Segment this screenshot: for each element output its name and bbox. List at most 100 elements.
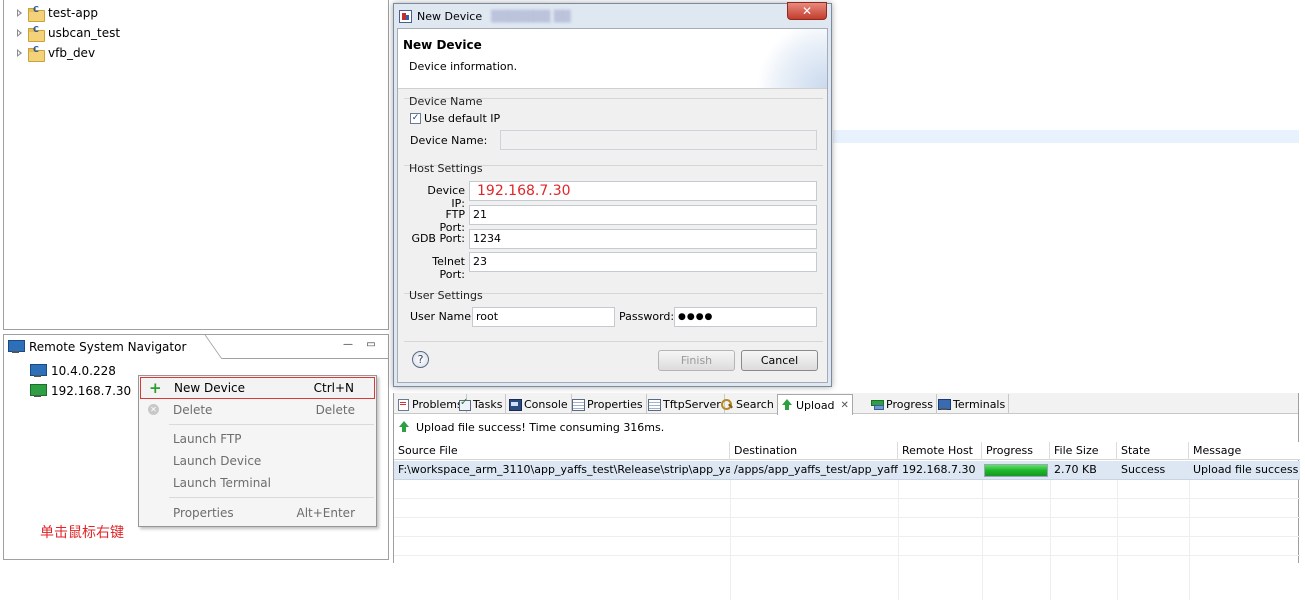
user-name-field[interactable]: root	[472, 307, 615, 327]
tab-remote-system-navigator[interactable]: Remote System Navigator	[4, 335, 204, 359]
ftp-port-label: FTP Port:	[439, 208, 465, 234]
use-default-ip-checkbox[interactable]: ✓	[410, 113, 421, 124]
tab-label: Tasks	[473, 397, 503, 411]
tasks-icon	[458, 397, 471, 411]
cancel-button[interactable]: Cancel	[741, 350, 818, 371]
annotation-note: 单击鼠标右键	[40, 525, 124, 541]
empty-table-row	[394, 499, 1300, 518]
tab-label: Properties	[587, 397, 643, 411]
help-icon[interactable]: ?	[412, 351, 429, 368]
minimize-view-button[interactable]: —	[342, 340, 354, 352]
tab-label: TftpServer	[663, 397, 721, 411]
gdb-port-field[interactable]: 1234	[469, 229, 817, 249]
password-field[interactable]: ●●●●	[674, 307, 817, 327]
menu-item-label: Delete	[173, 403, 213, 417]
table-row[interactable]: F:\workspace_arm_3110\app_yaffs_test\Rel…	[394, 461, 1300, 480]
connected-device-icon	[30, 384, 47, 398]
new-device-dialog: New Device ▒▒▒▒▒▒▒ ▒▒ ✕ New Device Devic…	[393, 2, 832, 387]
cell-progress-bar	[984, 464, 1048, 477]
cell-source-file: F:\workspace_arm_3110\app_yaffs_test\Rel…	[398, 463, 730, 476]
banner-title: New Device	[403, 38, 482, 52]
dialog-banner: New Device Device information.	[398, 29, 827, 89]
dialog-titlebar[interactable]: New Device ▒▒▒▒▒▒▒ ▒▒ ✕	[394, 2, 831, 28]
cell-remote-host: 192.168.7.30	[902, 463, 976, 476]
column-header-progress[interactable]: Progress	[982, 442, 1050, 460]
close-tab-icon[interactable]: ✕	[841, 400, 849, 411]
cell-file-size: 2.70 KB	[1054, 463, 1097, 476]
plus-icon: +	[149, 379, 162, 397]
expand-twisty-icon[interactable]	[16, 29, 24, 37]
column-divider	[1189, 480, 1190, 600]
device-monitor-icon	[30, 364, 47, 378]
tab-upload[interactable]: Upload ✕	[777, 394, 853, 415]
tab-tftpserver[interactable]: TftpServer	[645, 394, 725, 414]
project-explorer-panel: C test-app C usbcan_test C vfb_dev	[3, 0, 389, 330]
group-title-host-settings: Host Settings	[409, 162, 483, 175]
finish-button[interactable]: Finish	[658, 350, 735, 371]
device-name-field[interactable]	[500, 130, 817, 150]
empty-table-row	[394, 537, 1300, 556]
blurred-title-suffix: ▒▒▒▒▒▒▒ ▒▒	[491, 9, 571, 23]
button-bar-separator	[404, 341, 823, 342]
device-ip-label: Device IP:	[427, 184, 465, 210]
tree-item-vfb-dev[interactable]: C vfb_dev	[16, 44, 95, 62]
menu-item-properties[interactable]: Properties Alt+Enter	[140, 502, 375, 524]
menu-item-new-device[interactable]: + New Device Ctrl+N	[140, 377, 375, 399]
device-node-10-4-0-228[interactable]: 10.4.0.228	[30, 362, 116, 380]
column-header-message[interactable]: Message	[1189, 442, 1300, 460]
ftp-port-field[interactable]: 21	[469, 205, 817, 225]
tab-label: Upload	[796, 398, 835, 412]
project-folder-icon: C	[28, 5, 45, 22]
device-node-192-168-7-30[interactable]: 192.168.7.30	[30, 382, 131, 400]
column-divider	[982, 480, 983, 600]
tftpserver-icon	[648, 398, 661, 411]
tab-progress[interactable]: Progress	[868, 394, 937, 414]
project-folder-icon: C	[28, 45, 45, 62]
tree-item-test-app[interactable]: C test-app	[16, 4, 98, 22]
menu-item-launch-device[interactable]: Launch Device	[140, 450, 375, 472]
column-header-destination[interactable]: Destination	[730, 442, 898, 460]
expand-twisty-icon[interactable]	[16, 9, 24, 17]
telnet-port-field[interactable]: 23	[469, 252, 817, 272]
column-header-source-file[interactable]: Source File	[394, 442, 730, 460]
terminals-icon	[938, 398, 951, 410]
monitor-icon	[8, 340, 25, 354]
gdb-port-label: GDB Port:	[411, 232, 465, 245]
tab-search[interactable]: Search	[718, 394, 778, 414]
navigator-tabbar: Remote System Navigator — ▭	[4, 335, 388, 359]
cell-state: Success	[1121, 463, 1166, 476]
tab-label: Progress	[886, 397, 933, 411]
tab-console[interactable]: Console	[506, 394, 572, 414]
tree-item-label: usbcan_test	[48, 26, 121, 40]
menu-item-launch-ftp[interactable]: Launch FTP	[140, 428, 375, 450]
properties-icon	[572, 398, 585, 411]
empty-table-row	[394, 518, 1300, 537]
column-divider	[1117, 480, 1118, 600]
tree-item-usbcan-test[interactable]: C usbcan_test	[16, 24, 120, 42]
device-ip-field[interactable]: 192.168.7.30	[469, 181, 817, 201]
problems-icon	[397, 398, 409, 411]
column-divider	[1050, 480, 1051, 600]
tab-tasks[interactable]: Tasks	[455, 394, 507, 414]
column-header-file-size[interactable]: File Size	[1050, 442, 1117, 460]
column-header-state[interactable]: State	[1117, 442, 1189, 460]
tab-terminals[interactable]: Terminals	[935, 394, 1010, 414]
tab-label: Terminals	[953, 397, 1006, 411]
maximize-view-button[interactable]: ▭	[365, 340, 377, 352]
column-header-remote-host[interactable]: Remote Host	[898, 442, 982, 460]
dialog-body: New Device Device information. Device Na…	[397, 28, 828, 383]
console-icon	[509, 398, 522, 411]
device-node-label: 192.168.7.30	[51, 384, 132, 398]
menu-item-delete[interactable]: ✕ Delete Delete	[140, 399, 375, 421]
group-title-user-settings: User Settings	[409, 289, 483, 302]
search-icon	[721, 398, 733, 410]
expand-twisty-icon[interactable]	[16, 49, 24, 57]
device-name-label: Device Name:	[410, 134, 488, 147]
tree-item-label: test-app	[48, 6, 98, 20]
upload-status-message: Upload file success! Time consuming 316m…	[416, 420, 665, 434]
group-title-device-name: Device Name	[409, 95, 483, 108]
menu-item-launch-terminal[interactable]: Launch Terminal	[140, 472, 375, 494]
tab-properties[interactable]: Properties	[569, 394, 647, 414]
close-dialog-button[interactable]: ✕	[787, 2, 827, 20]
password-label: Password:	[619, 310, 675, 323]
